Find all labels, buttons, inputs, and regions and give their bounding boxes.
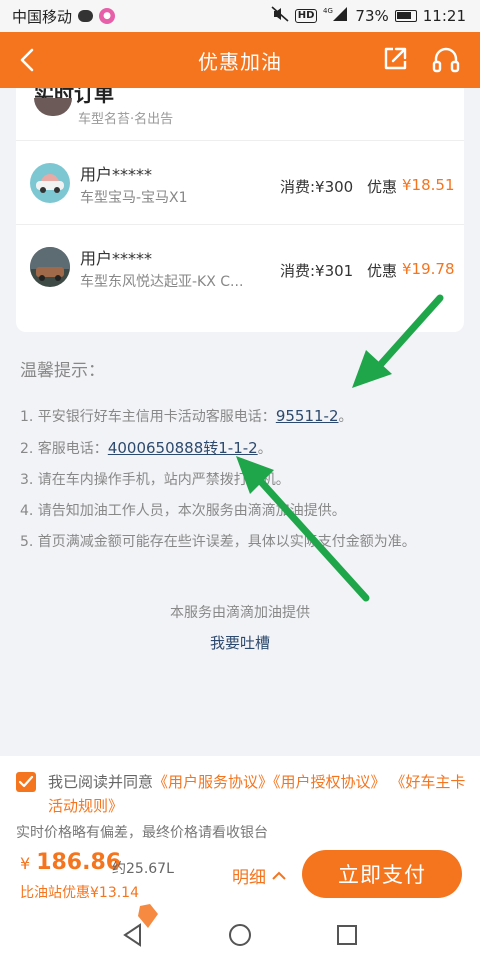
pay-now-button[interactable]: 立即支付 [302, 850, 462, 898]
realtime-orders-card: 实时订单 车型名苔·名出告 用户***** 车型宝马-宝马X1 消费:¥300 … [16, 88, 464, 332]
checkout-panel: 我已阅读并同意《用户服务协议》《用户授权协议》 《好车主卡活动规则》 实时价格略… [0, 756, 480, 910]
signal-icon: 4G [323, 6, 349, 26]
bank-hotline-link[interactable]: 95511-2 [276, 407, 339, 425]
agreement-prefix: 我已阅读并同意 [48, 773, 154, 791]
system-nav-bar [0, 904, 480, 960]
order-car-model: 车型宝马-宝马X1 [80, 190, 188, 206]
avatar [34, 98, 72, 116]
tip-2: 2. 客服电话：4000650888转1-1-2。 [20, 437, 272, 458]
tip-4: 4. 请告知加油工作人员，本次服务由滴滴加油提供。 [20, 503, 346, 519]
home-circle-icon[interactable] [227, 922, 253, 948]
headset-icon[interactable] [430, 44, 462, 76]
savings-text: 比油站优惠¥13.14 [20, 885, 139, 901]
order-discount-value: ¥18.51 [402, 176, 455, 194]
order-spend: 消费:¥301 [280, 262, 354, 280]
tip-3: 3. 请在车内操作手机，站内严禁拨打手机。 [20, 472, 290, 488]
order-row: 用户***** 车型宝马-宝马X1 消费:¥300 优惠 ¥18.51 [16, 140, 464, 224]
detail-label: 明细 [232, 868, 266, 888]
tip-2-suffix: 。 [257, 441, 272, 457]
agreement-text: 我已阅读并同意《用户服务协议》《用户授权协议》 《好车主卡活动规则》 [48, 770, 468, 818]
status-right: HD 4G 73% 11:21 [271, 6, 466, 26]
hd-badge: HD [294, 9, 318, 23]
tip-5: 5. 首页满减金额可能存在些许误差，具体以实际支付金额为准。 [20, 534, 416, 550]
order-car-model: 车型名苔·名出告 [78, 112, 174, 127]
order-row: 用户***** 车型东风悦达起亚-KX C... 消费:¥301 优惠 ¥19.… [16, 224, 464, 308]
nav-bar: 优惠加油 [0, 32, 480, 88]
user-service-agreement-link[interactable]: 《用户服务协议》 [153, 773, 273, 791]
floating-orange-tag-icon [136, 904, 162, 934]
fuel-liters: 约25.67L [112, 861, 174, 877]
app-notification-icon: ● [99, 8, 116, 24]
avatar [30, 247, 70, 287]
provider-note: 本服务由滴滴加油提供 [170, 605, 310, 621]
total-price: ¥186.86 [20, 850, 121, 875]
order-discount-value: ¥19.78 [402, 260, 455, 278]
user-authorization-agreement-link[interactable]: 《用户授权协议》 [273, 773, 386, 791]
carrier-label: 中国移动 [12, 7, 73, 26]
price-note: 实时价格略有偏差，最终价格请看收银台 [16, 825, 268, 841]
clock: 11:21 [422, 7, 466, 25]
feedback-link[interactable]: 我要吐槽 [0, 632, 480, 653]
order-user: 用户***** [80, 165, 153, 184]
battery-percent: 73% [355, 7, 389, 25]
avatar [30, 163, 70, 203]
battery-icon [394, 10, 417, 22]
recents-square-icon[interactable] [334, 922, 360, 948]
tip-1: 1. 平安银行好车主信用卡活动客服电话：95511-2。 [20, 406, 353, 426]
detail-toggle[interactable]: 明细 [232, 863, 286, 888]
order-car-model: 车型东风悦达起亚-KX C... [80, 274, 244, 290]
order-discount-label: 优惠 [367, 262, 398, 280]
mute-icon [271, 6, 289, 26]
tip-2-text: 2. 客服电话： [20, 441, 108, 457]
page-title: 优惠加油 [198, 49, 282, 74]
chevron-up-icon [272, 871, 286, 880]
agreement-checkbox[interactable] [16, 772, 36, 792]
service-hotline-link[interactable]: 4000650888转1-1-2 [108, 439, 258, 457]
tip-1-text: 1. 平安银行好车主信用卡活动客服电话： [20, 409, 276, 425]
network-type: 4G [323, 7, 333, 15]
back-icon[interactable] [12, 44, 44, 76]
tips-heading: 温馨提示： [20, 361, 105, 381]
status-bar: 中国移动 ● HD 4G 73% 11:21 [0, 0, 480, 32]
currency-symbol: ¥ [20, 854, 31, 873]
tip-1-suffix: 。 [338, 409, 353, 425]
order-spend: 消费:¥300 [280, 178, 354, 196]
price-value: 186.86 [36, 850, 122, 875]
message-icon [78, 10, 94, 22]
order-discount-label: 优惠 [367, 178, 398, 196]
order-user: 用户***** [80, 249, 153, 268]
status-left: 中国移动 ● [12, 6, 271, 27]
share-icon[interactable] [380, 44, 410, 74]
